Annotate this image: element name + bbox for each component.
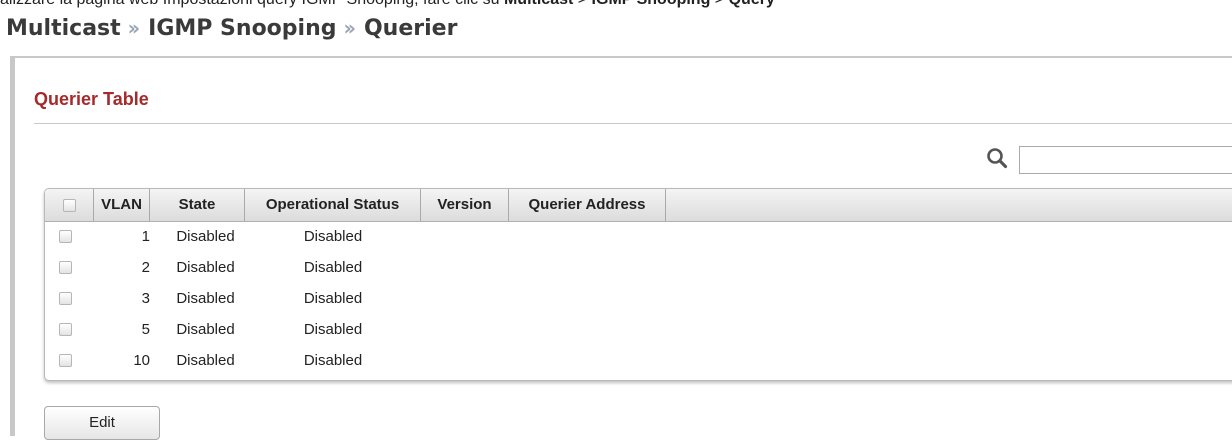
instruction-separator-2: > bbox=[710, 0, 728, 8]
cell-operational-status: Disabled bbox=[303, 290, 363, 307]
breadcrumb-separator-icon: ›› bbox=[343, 16, 357, 40]
column-header-querier-address[interactable]: Querier Address bbox=[509, 189, 666, 221]
instruction-bold-multicast: Multicast bbox=[504, 0, 573, 8]
row-checkbox[interactable] bbox=[59, 261, 72, 274]
table-row[interactable]: 1 Disabled Disabled bbox=[45, 221, 1232, 252]
cell-state: Disabled bbox=[176, 290, 235, 307]
select-all-checkbox[interactable] bbox=[63, 199, 76, 212]
instruction-separator-1: > bbox=[573, 0, 591, 8]
cell-operational-status: Disabled bbox=[303, 259, 363, 276]
cell-operational-status: Disabled bbox=[303, 228, 363, 245]
breadcrumb-separator-icon: ›› bbox=[127, 16, 141, 40]
edit-button[interactable]: Edit bbox=[44, 406, 160, 440]
section-divider bbox=[34, 123, 1232, 124]
cell-state: Disabled bbox=[176, 259, 235, 276]
column-header-operational-status[interactable]: Operational Status bbox=[245, 189, 421, 221]
table-header: VLAN State Operational Status Version Qu… bbox=[45, 189, 1232, 222]
column-header-version[interactable]: Version bbox=[421, 189, 509, 221]
cell-vlan: 2 bbox=[141, 259, 150, 276]
cell-operational-status: Disabled bbox=[303, 321, 363, 338]
cell-vlan: 5 bbox=[141, 321, 150, 338]
column-header-state[interactable]: State bbox=[150, 189, 245, 221]
breadcrumb-item-multicast[interactable]: Multicast bbox=[6, 16, 121, 41]
table-row[interactable]: 10 Disabled Disabled bbox=[45, 345, 1232, 376]
table-row[interactable]: 3 Disabled Disabled bbox=[45, 283, 1232, 314]
cell-state: Disabled bbox=[176, 228, 235, 245]
breadcrumb-item-igmp-snooping[interactable]: IGMP Snooping bbox=[148, 16, 336, 41]
row-checkbox[interactable] bbox=[59, 292, 72, 305]
row-checkbox[interactable] bbox=[59, 323, 72, 336]
cell-vlan: 1 bbox=[141, 228, 150, 245]
instruction-bold-igmp: IGMP Snooping bbox=[592, 0, 711, 8]
instruction-prefix: alizzare la pagina web Impostazioni quer… bbox=[0, 0, 504, 8]
row-checkbox[interactable] bbox=[59, 354, 72, 367]
table-row[interactable]: 5 Disabled Disabled bbox=[45, 314, 1232, 345]
cell-operational-status: Disabled bbox=[303, 352, 363, 369]
search-input[interactable] bbox=[1019, 146, 1232, 174]
breadcrumb-item-querier: Querier bbox=[363, 15, 458, 41]
row-checkbox[interactable] bbox=[59, 230, 72, 243]
select-all-header bbox=[45, 189, 94, 221]
table-row[interactable]: 2 Disabled Disabled bbox=[45, 252, 1232, 283]
breadcrumb: Multicast ›› IGMP Snooping ›› Querier bbox=[6, 10, 457, 46]
column-header-vlan[interactable]: VLAN bbox=[94, 189, 150, 221]
search-icon[interactable] bbox=[986, 147, 1008, 169]
document-instruction-text: alizzare la pagina web Impostazioni quer… bbox=[0, 0, 1232, 9]
querier-table: VLAN State Operational Status Version Qu… bbox=[44, 188, 1232, 381]
cell-state: Disabled bbox=[176, 352, 235, 369]
section-title: Querier Table bbox=[34, 89, 149, 109]
cell-vlan: 10 bbox=[133, 352, 150, 369]
cell-vlan: 3 bbox=[141, 290, 150, 307]
cell-state: Disabled bbox=[176, 321, 235, 338]
instruction-bold-query: Query bbox=[729, 0, 775, 8]
